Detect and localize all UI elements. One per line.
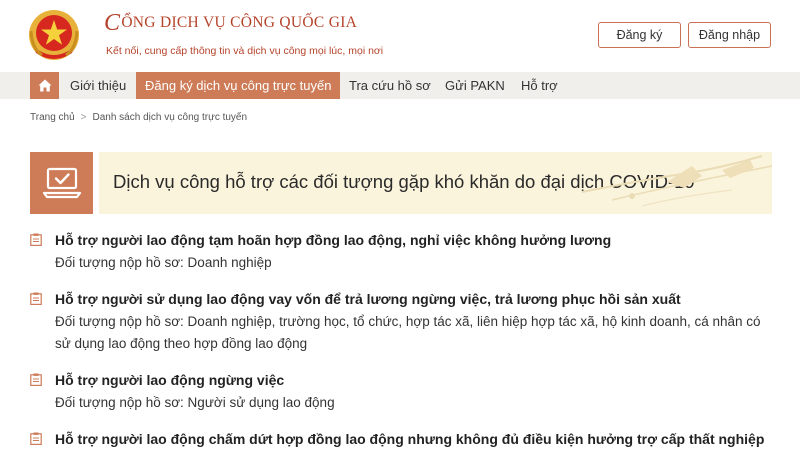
service-item[interactable]: Hỗ trợ người lao động chấm dứt hợp đồng … (30, 427, 780, 451)
document-list-icon (30, 373, 42, 386)
document-list-icon (30, 292, 42, 305)
nav-item-send-feedback[interactable]: Gửi PAKN (445, 72, 505, 99)
banner: Dịch vụ công hỗ trợ các đối tượng gặp kh… (99, 152, 772, 214)
breadcrumb-current: Danh sách dịch vụ công trực tuyến (92, 112, 248, 123)
national-emblem-logo[interactable] (28, 9, 80, 61)
breadcrumb: Trang chủ > Danh sách dịch vụ công trực tu… (30, 112, 247, 123)
nav-item-lookup-records[interactable]: Tra cứu hồ sơ (349, 72, 431, 99)
banner-icon-box (30, 152, 93, 214)
service-item[interactable]: Hỗ trợ người sử dụng lao động vay vốn để… (30, 287, 780, 355)
brand-title-text: ỔNG DỊCH VỤ CÔNG QUỐC GIA (121, 14, 358, 31)
home-icon (38, 79, 51, 92)
service-title[interactable]: Hỗ trợ người sử dụng lao động vay vốn để… (55, 287, 780, 311)
service-item[interactable]: Hỗ trợ người lao động ngừng việc Đối tượ… (30, 368, 780, 414)
nav-item-online-service-registration[interactable]: Đăng ký dịch vụ công trực tuyến (136, 72, 341, 99)
brand-title-initial: C (104, 10, 121, 36)
service-title[interactable]: Hỗ trợ người lao động tạm hoãn hợp đồng … (55, 228, 780, 252)
document-list-icon (30, 233, 42, 246)
nav-item-introduction[interactable]: Giới thiệu (70, 72, 126, 99)
register-button[interactable]: Đăng ký (598, 22, 681, 48)
service-subject: Đối tượng nộp hồ sơ: Doanh nghiệp (55, 255, 272, 270)
main-nav: Giới thiệu Đăng ký dịch vụ công trực tuy… (0, 72, 800, 99)
service-item[interactable]: Hỗ trợ người lao động tạm hoãn hợp đồng … (30, 228, 780, 274)
brand-subtitle: Kết nối, cung cấp thông tin và dịch vụ c… (106, 45, 384, 57)
breadcrumb-home-link[interactable]: Trang chủ (30, 112, 75, 123)
login-button[interactable]: Đăng nhập (688, 22, 771, 48)
service-title[interactable]: Hỗ trợ người lao động chấm dứt hợp đồng … (55, 427, 780, 451)
service-subject: Đối tượng nộp hồ sơ: Người sử dụng lao đ… (55, 395, 335, 410)
service-subject: Đối tượng nộp hồ sơ: Doanh nghiệp, trườn… (55, 314, 761, 351)
document-list-icon (30, 432, 42, 445)
site-header: CỔNG DỊCH VỤ CÔNG QUỐC GIA Kết nối, cung… (0, 0, 800, 72)
decorative-bird-pattern (581, 155, 772, 207)
brand[interactable]: CỔNG DỊCH VỤ CÔNG QUỐC GIA Kết nối, cung… (104, 10, 383, 57)
laptop-check-icon (42, 167, 81, 199)
nav-home-button[interactable] (30, 72, 59, 99)
service-list: Hỗ trợ người lao động tạm hoãn hợp đồng … (30, 228, 780, 457)
nav-item-support[interactable]: Hỗ trợ (521, 72, 558, 99)
brand-title: CỔNG DỊCH VỤ CÔNG QUỐC GIA (104, 10, 383, 37)
breadcrumb-separator: > (80, 112, 87, 123)
service-title[interactable]: Hỗ trợ người lao động ngừng việc (55, 368, 780, 392)
